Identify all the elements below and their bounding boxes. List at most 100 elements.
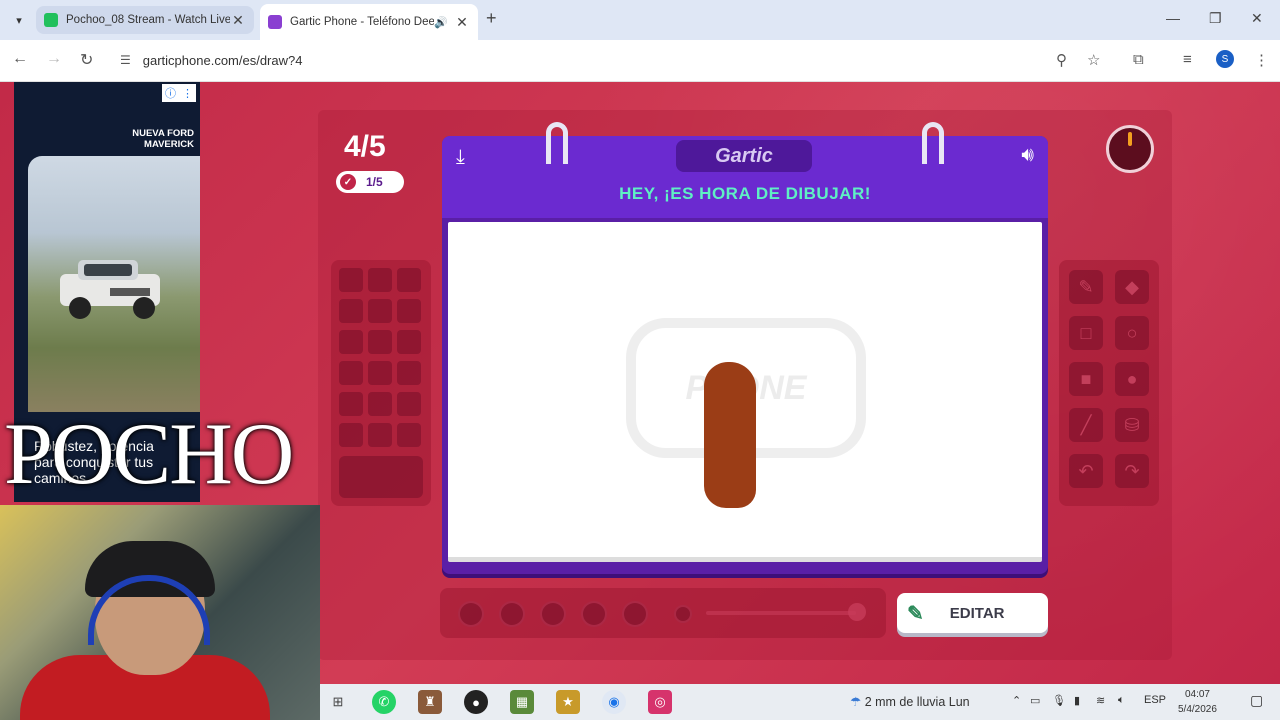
app-icon[interactable]: ★ xyxy=(556,690,580,714)
color-swatch[interactable] xyxy=(368,299,392,323)
color-swatch[interactable] xyxy=(339,330,363,354)
undo-icon[interactable]: ↶ xyxy=(1069,454,1103,488)
color-swatch[interactable] xyxy=(397,268,421,292)
zoom-icon[interactable]: ⚲ xyxy=(1056,51,1067,69)
color-swatch[interactable] xyxy=(397,392,421,416)
whatsapp-icon[interactable]: ✆ xyxy=(372,690,396,714)
brush-size-bar xyxy=(440,588,886,638)
taskbar: ⊞ ✆ ♜ ● ▦ ★ ◉ ◎ ☂ 2 mm de lluvia Lun ⌃ ▭… xyxy=(320,684,1280,720)
opacity-icon xyxy=(674,605,692,623)
chevron-down-icon[interactable]: ▾ xyxy=(8,9,30,31)
gartic-icon xyxy=(268,15,282,29)
minecraft-icon[interactable]: ▦ xyxy=(510,690,534,714)
game-app-icon[interactable]: ♜ xyxy=(418,690,442,714)
star-icon[interactable]: ☆ xyxy=(1087,51,1100,69)
brush-size-option[interactable] xyxy=(458,601,484,627)
weather-text[interactable]: ☂ 2 mm de lluvia Lun xyxy=(850,694,970,709)
tool-panel: ✎ ◆ □ ○ ■ ● ╱ ⛁ ↶ ↷ xyxy=(1059,260,1159,506)
color-swatch[interactable] xyxy=(368,330,392,354)
extensions-icon[interactable]: ⧉ xyxy=(1133,51,1144,68)
chevron-up-icon[interactable]: ⌃ xyxy=(1012,694,1021,707)
brush-size-option[interactable] xyxy=(581,601,607,627)
redo-icon[interactable]: ↷ xyxy=(1115,454,1149,488)
tab-gartic[interactable]: Gartic Phone - Teléfono Dee 🔊 ✕ xyxy=(260,4,478,40)
clock[interactable]: 04:07 5/4/2026 xyxy=(1178,687,1217,717)
notification-icon[interactable]: ▢ xyxy=(1250,692,1263,709)
rain-icon: ☂ xyxy=(850,695,862,709)
battery-icon[interactable]: ▮ xyxy=(1074,694,1080,707)
color-swatch[interactable] xyxy=(339,423,363,447)
color-swatch[interactable] xyxy=(368,392,392,416)
color-swatch[interactable] xyxy=(339,268,363,292)
instagram-icon[interactable]: ◎ xyxy=(648,690,672,714)
color-swatch[interactable] xyxy=(368,268,392,292)
color-swatch[interactable] xyxy=(339,392,363,416)
color-swatch[interactable] xyxy=(397,299,421,323)
ad-image xyxy=(28,156,200,412)
browser-toolbar: ← → ↻ ☰ garticphone.com/es/draw?4 ⚲ ☆ ⧉ … xyxy=(0,40,1280,82)
minimize-icon[interactable]: — xyxy=(1166,10,1180,26)
wifi-icon[interactable]: ≋ xyxy=(1096,694,1105,707)
ellipse-icon[interactable]: ○ xyxy=(1115,316,1149,350)
volume-icon[interactable]: 🔈︎ xyxy=(1118,694,1125,707)
info-icon[interactable]: ⓘ xyxy=(165,85,176,101)
address-bar[interactable]: ☰ garticphone.com/es/draw?4 xyxy=(112,46,1112,74)
drawing-canvas[interactable]: PHONE xyxy=(448,222,1042,562)
ad-brand: NUEVA FORD MAVERICK xyxy=(132,128,194,150)
ad-info[interactable]: ⓘ ⋮ xyxy=(162,84,196,102)
line-icon[interactable]: ╱ xyxy=(1069,408,1103,442)
timer-icon xyxy=(1106,125,1154,173)
profile-avatar[interactable]: S xyxy=(1216,50,1234,68)
tab-stream[interactable]: Pochoo_08 Stream - Watch Live ✕ xyxy=(36,6,254,34)
opacity-slider[interactable] xyxy=(706,611,856,615)
filled-rectangle-icon[interactable]: ■ xyxy=(1069,362,1103,396)
color-swatch[interactable] xyxy=(339,361,363,385)
task-view-icon[interactable]: ⊞ xyxy=(326,690,350,714)
rectangle-icon[interactable]: □ xyxy=(1069,316,1103,350)
restore-icon[interactable]: ❐ xyxy=(1209,10,1222,27)
brush-size-option[interactable] xyxy=(499,601,525,627)
custom-color-button[interactable] xyxy=(339,456,423,498)
menu-icon[interactable]: ⋮ xyxy=(1254,51,1269,69)
color-swatch[interactable] xyxy=(339,299,363,323)
more-icon[interactable]: ⋮ xyxy=(182,87,193,100)
close-icon[interactable]: ✕ xyxy=(230,12,246,29)
brush-size-option[interactable] xyxy=(540,601,566,627)
back-icon[interactable]: ← xyxy=(12,50,28,68)
download-icon[interactable]: ⤓ xyxy=(456,146,465,169)
draw-prompt: HEY, ¡ES HORA DE DIBUJAR! xyxy=(619,184,871,203)
forward-icon[interactable]: → xyxy=(46,50,62,68)
edit-button[interactable]: ✎ EDITAR xyxy=(897,593,1048,633)
chrome-icon[interactable]: ◉ xyxy=(602,690,626,714)
microphone-icon[interactable]: 🎙︎ xyxy=(1052,694,1066,707)
language-indicator[interactable]: ESP xyxy=(1144,694,1166,706)
tray-icon[interactable]: ▭ xyxy=(1030,694,1040,707)
volume-icon[interactable]: 🔊︎ xyxy=(1021,144,1034,167)
new-tab-button[interactable]: + xyxy=(486,8,497,29)
reload-icon[interactable]: ↻ xyxy=(80,50,93,70)
color-palette xyxy=(331,260,431,506)
brush-size-option[interactable] xyxy=(622,601,648,627)
pencil-icon[interactable]: ✎ xyxy=(1069,270,1103,304)
eraser-icon[interactable]: ◆ xyxy=(1115,270,1149,304)
gartic-logo: Gartic xyxy=(676,140,812,172)
speaker-icon[interactable]: 🔊 xyxy=(434,16,448,29)
color-swatch[interactable] xyxy=(368,423,392,447)
color-swatch[interactable] xyxy=(397,423,421,447)
truck-image xyxy=(60,260,160,319)
color-swatch[interactable] xyxy=(368,361,392,385)
app-icon[interactable]: ● xyxy=(464,690,488,714)
tab-title: Pochoo_08 Stream - Watch Live xyxy=(66,14,230,26)
media-icon[interactable]: ≡ xyxy=(1183,51,1192,68)
site-info-icon[interactable]: ☰ xyxy=(120,53,131,67)
close-window-icon[interactable]: ✕ xyxy=(1251,10,1263,27)
ring-decoration xyxy=(546,122,568,164)
close-icon[interactable]: ✕ xyxy=(454,14,470,31)
brown-stroke xyxy=(704,362,756,508)
filled-ellipse-icon[interactable]: ● xyxy=(1115,362,1149,396)
kick-icon xyxy=(44,13,58,27)
color-swatch[interactable] xyxy=(397,330,421,354)
color-swatch[interactable] xyxy=(397,361,421,385)
slider-knob[interactable] xyxy=(848,603,866,621)
bucket-icon[interactable]: ⛁ xyxy=(1115,408,1149,442)
